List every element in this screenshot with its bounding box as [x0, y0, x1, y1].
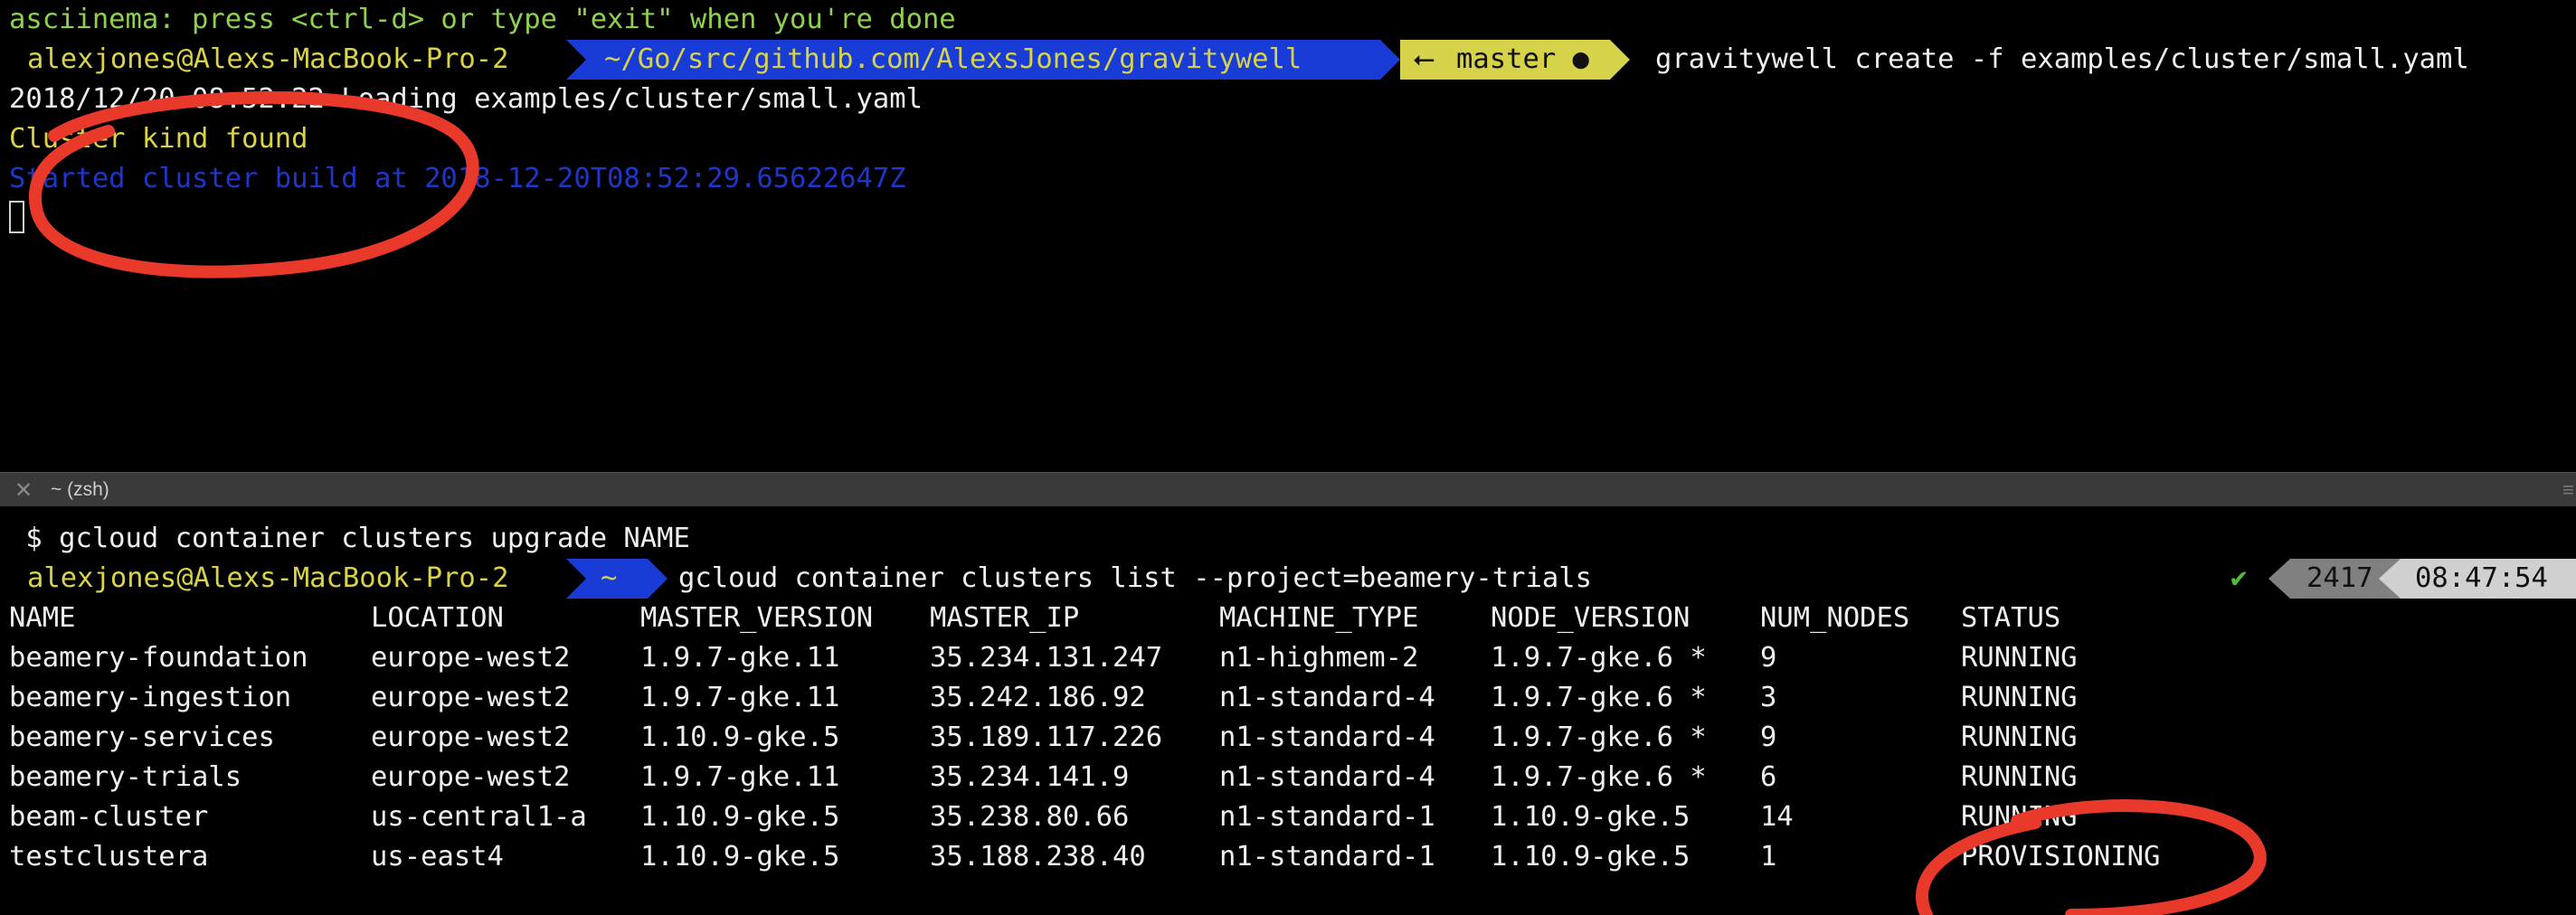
grip-icon[interactable]: ≡ [2562, 478, 2574, 502]
table-cell: beam-cluster [9, 801, 209, 833]
table-cell: n1-highmem-2 [1219, 642, 1419, 674]
table-header-cell: NAME [9, 602, 76, 634]
table-cell: n1-standard-4 [1219, 761, 1435, 793]
check-icon: ✔ [2230, 562, 2248, 594]
table-cell: 1.9.7-gke.6 * [1491, 761, 1707, 793]
top-terminal-pane[interactable]: asciinema: press <ctrl-d> or type "exit"… [0, 0, 2576, 472]
shell-prompt: alexjones@Alexs-MacBook-Pro-2 ~/Go/src/g… [0, 40, 2576, 80]
table-cell: 35.234.141.9 [930, 761, 1130, 793]
table-cell: testclustera [9, 841, 209, 873]
table-cell: n1-standard-1 [1219, 841, 1435, 873]
output-line: 2018/12/20 08:52:22 Loading examples/clu… [9, 83, 923, 115]
table-cell: 6 [1760, 761, 1777, 793]
table-cell: beamery-ingestion [9, 682, 292, 713]
table-header-cell: MACHINE_TYPE [1219, 602, 1419, 634]
table-cell: 1.9.7-gke.6 * [1491, 722, 1707, 753]
asciinema-notice: asciinema: press <ctrl-d> or type "exit"… [9, 4, 956, 35]
table-cell: europe-west2 [371, 761, 571, 793]
table-header-cell: LOCATION [371, 602, 504, 634]
table-cell: 1.9.7-gke.11 [640, 642, 840, 674]
table-cell: 1.10.9-gke.5 [640, 722, 840, 753]
table-cell: beamery-services [9, 722, 275, 753]
table-cell: 35.189.117.226 [930, 722, 1163, 753]
table-header-row: NAME LOCATION MASTER_VERSION MASTER_IP MACHI… [0, 599, 2576, 638]
table-cell: n1-standard-4 [1219, 722, 1435, 753]
bottom-terminal-pane[interactable]: $ gcloud container clusters upgrade NAME… [0, 506, 2576, 915]
table-cell: RUNNING [1961, 722, 2078, 753]
table-row: beam-cluster us-central1-a 1.10.9-gke.5 35.… [0, 797, 2576, 837]
table-row: beamery-foundation europe-west2 1.9.7-gke.… [0, 638, 2576, 678]
table-cell: beamery-foundation [9, 642, 308, 674]
table-row: testclustera us-east4 1.10.9-gke.5 35.188.2… [0, 837, 2576, 877]
table-cell: RUNNING [1961, 642, 2078, 674]
table-cell: 35.242.186.92 [930, 682, 1146, 713]
table-cell: europe-west2 [371, 722, 571, 753]
table-header-cell: MASTER_IP [930, 602, 1080, 634]
typed-command: gravitywell create -f examples/cluster/s… [1655, 43, 2469, 75]
shell-prompt: alexjones@Alexs-MacBook-Pro-2 ~ gcloud c… [0, 559, 2576, 599]
table-cell: 1.9.7-gke.6 * [1491, 682, 1707, 713]
table-header-cell: NUM_NODES [1760, 602, 1910, 634]
typed-command: gcloud container clusters list --project… [678, 562, 1592, 594]
history-number: 2417 [2306, 562, 2373, 594]
prompt-user-host: alexjones@Alexs-MacBook-Pro-2 [27, 562, 509, 594]
table-cell: 35.234.131.247 [930, 642, 1163, 674]
output-line: Started cluster build at 2018-12-20T08:5… [9, 163, 906, 194]
table-cell: 9 [1760, 642, 1777, 674]
table-cell: us-central1-a [371, 801, 587, 833]
table-cell: RUNNING [1961, 682, 2078, 713]
table-cell: RUNNING [1961, 801, 2078, 833]
table-cell: PROVISIONING [1961, 841, 2161, 873]
table-cell: 1.9.7-gke.6 * [1491, 642, 1707, 674]
table-cell: europe-west2 [371, 682, 571, 713]
table-cell: 1.10.9-gke.5 [640, 801, 840, 833]
table-cell: 1.9.7-gke.11 [640, 682, 840, 713]
table-cell: 1.9.7-gke.11 [640, 761, 840, 793]
table-cell: europe-west2 [371, 642, 571, 674]
pane-title: ~ (zsh) [51, 479, 109, 500]
table-cell: 1.10.9-gke.5 [1491, 801, 1690, 833]
output-line: Cluster kind found [9, 123, 308, 155]
table-cell: 1.10.9-gke.5 [640, 841, 840, 873]
table-cell: RUNNING [1961, 761, 2078, 793]
table-cell: 14 [1760, 801, 1794, 833]
table-cell: 35.238.80.66 [930, 801, 1130, 833]
table-header-cell: MASTER_VERSION [640, 602, 874, 634]
table-cell: 3 [1760, 682, 1777, 713]
prompt-time: 08:47:54 [2415, 562, 2548, 594]
table-cell: n1-standard-4 [1219, 682, 1435, 713]
prompt-path: ~ [601, 562, 618, 594]
table-row: beamery-trials europe-west2 1.9.7-gke.11 35… [0, 758, 2576, 797]
table-cell: 9 [1760, 722, 1777, 753]
table-cell: us-east4 [371, 841, 504, 873]
table-cell: n1-standard-1 [1219, 801, 1435, 833]
prompt-user-host: alexjones@Alexs-MacBook-Pro-2 [27, 43, 509, 75]
previous-command: $ gcloud container clusters upgrade NAME [9, 523, 690, 554]
table-cell: 35.188.238.40 [930, 841, 1146, 873]
close-icon[interactable]: ✕ [14, 477, 33, 504]
table-header-cell: STATUS [1961, 602, 2061, 634]
terminal-cursor [9, 201, 24, 233]
pane-title-bar: ✕ ~ (zsh) ≡ [0, 472, 2576, 508]
table-cell: 1 [1760, 841, 1777, 873]
table-cell: beamery-trials [9, 761, 242, 793]
table-row: beamery-services europe-west2 1.10.9-gke.5… [0, 718, 2576, 758]
prompt-path: ~/Go/src/github.com/AlexsJones/gravitywe… [604, 43, 1302, 75]
git-branch-icon: ⭠ [1413, 43, 1435, 75]
table-cell: 1.10.9-gke.5 [1491, 841, 1690, 873]
prompt-git-branch: master ● [1456, 43, 1589, 75]
table-header-cell: NODE_VERSION [1491, 602, 1690, 634]
table-row: beamery-ingestion europe-west2 1.9.7-gke.1… [0, 678, 2576, 718]
